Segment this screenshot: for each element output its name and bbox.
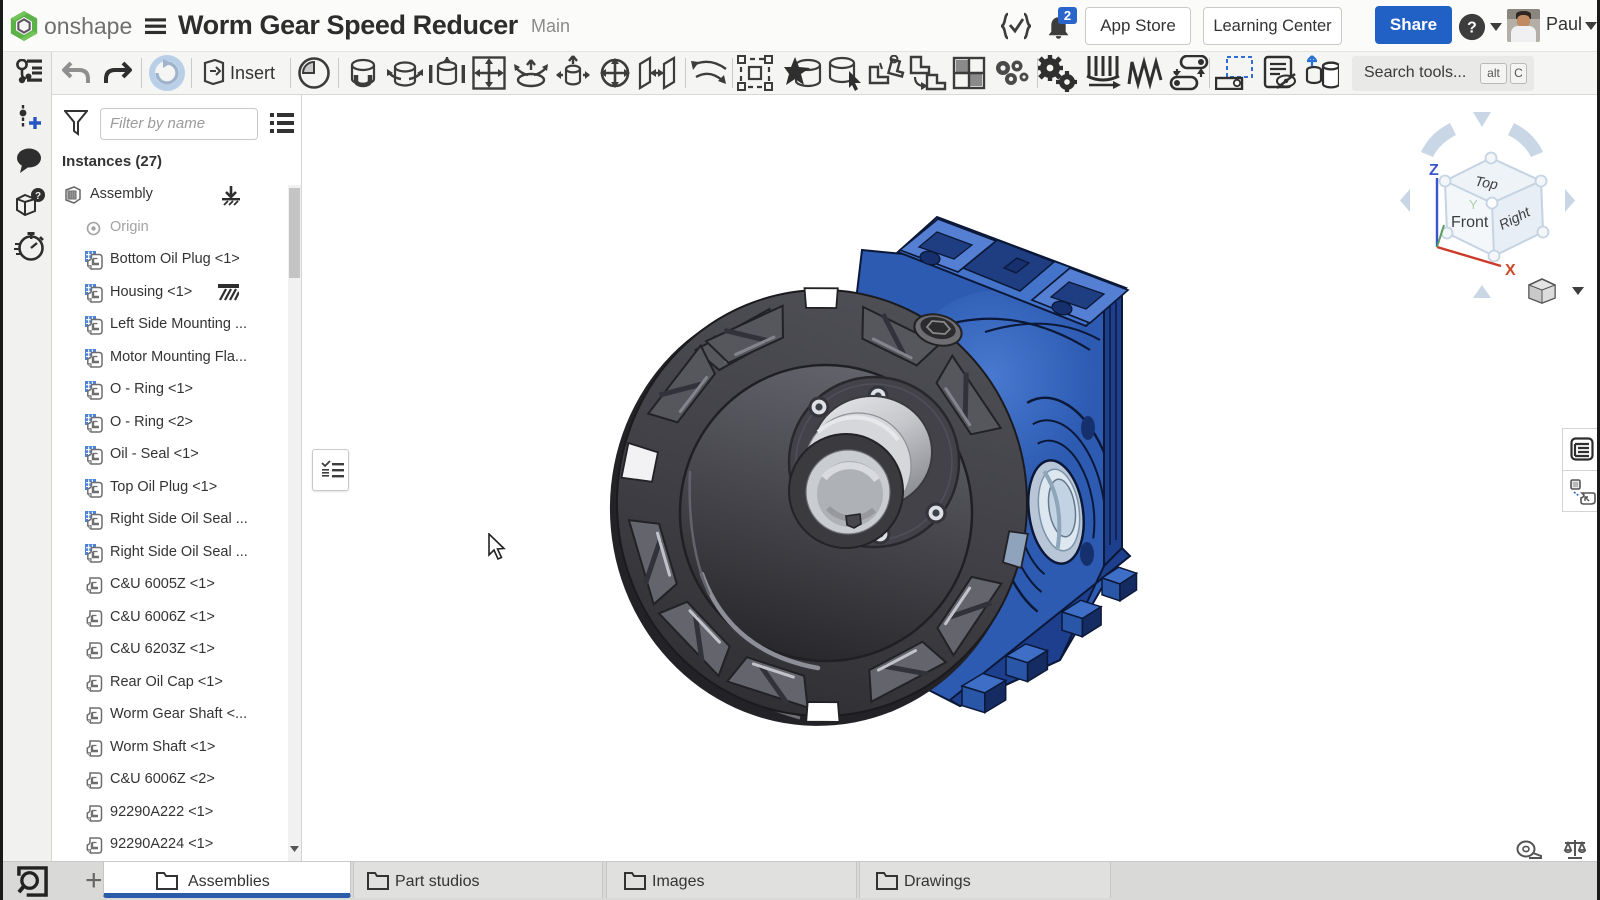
svg-text:Z: Z [1429,162,1439,179]
svg-text:?: ? [1467,20,1477,37]
svg-text:X: X [1505,262,1516,279]
svg-text:Y: Y [1469,197,1478,212]
svg-text:Front: Front [1451,214,1489,231]
svg-text:?: ? [35,191,41,202]
